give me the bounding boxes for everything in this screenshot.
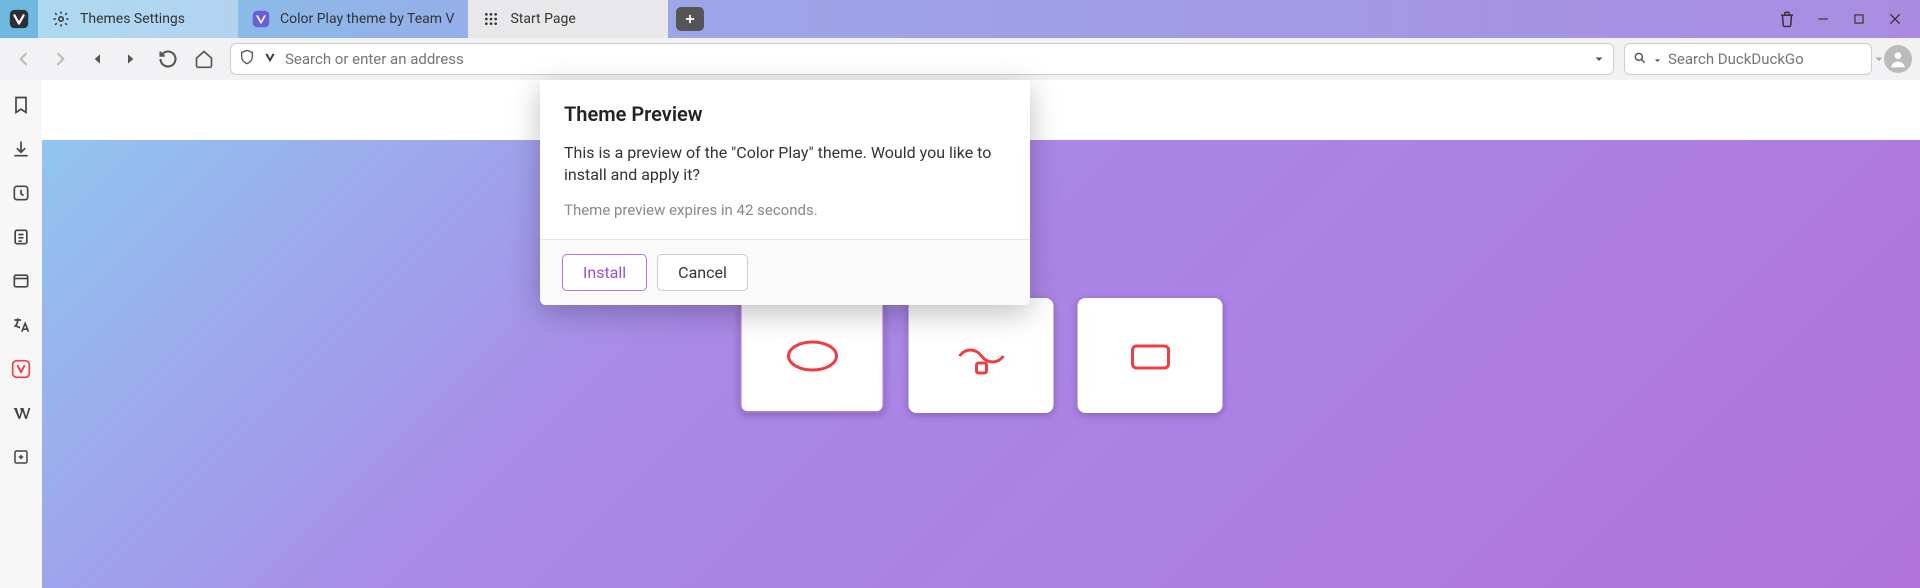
close-button[interactable]: [1886, 10, 1904, 28]
download-icon[interactable]: [10, 138, 32, 160]
search-input[interactable]: [1668, 50, 1867, 68]
rewind-button[interactable]: [80, 43, 112, 75]
nav-toolbar: [0, 38, 1920, 80]
translate-icon[interactable]: [10, 314, 32, 336]
dialog-countdown: Theme preview expires in 42 seconds.: [564, 201, 1006, 219]
tab-color-play[interactable]: Color Play theme by Team V: [238, 0, 468, 38]
side-panel: [0, 80, 42, 588]
vivaldi-icon: [252, 10, 270, 28]
address-bar[interactable]: [230, 43, 1614, 75]
search-bar[interactable]: [1624, 43, 1872, 75]
speed-dial-card[interactable]: [909, 298, 1054, 413]
speed-dial-card[interactable]: [740, 298, 885, 413]
speed-dial-card[interactable]: [1078, 298, 1223, 413]
tab-label: Color Play theme by Team V: [280, 11, 454, 27]
window-controls: [1762, 0, 1920, 38]
dialog-footer: Install Cancel: [540, 239, 1030, 305]
notes-icon[interactable]: [10, 226, 32, 248]
speed-dial-row: [740, 298, 1223, 413]
vivaldi-v-icon[interactable]: [263, 50, 277, 69]
shield-icon[interactable]: [239, 49, 255, 69]
search-icon: [1633, 50, 1647, 69]
maximize-button[interactable]: [1850, 10, 1868, 28]
forward-button[interactable]: [44, 43, 76, 75]
wikipedia-icon[interactable]: [10, 402, 32, 424]
chevron-down-icon[interactable]: [1593, 50, 1605, 69]
reload-button[interactable]: [152, 43, 184, 75]
new-tab-button[interactable]: [676, 7, 704, 31]
back-button[interactable]: [8, 43, 40, 75]
apps-grid-icon: [482, 10, 500, 28]
chevron-down-icon[interactable]: [1653, 50, 1662, 69]
app-logo[interactable]: [0, 0, 38, 38]
home-button[interactable]: [188, 43, 220, 75]
fast-forward-button[interactable]: [116, 43, 148, 75]
history-icon[interactable]: [10, 182, 32, 204]
vivaldi-panel-icon[interactable]: [10, 358, 32, 380]
gear-icon: [52, 10, 70, 28]
window-icon[interactable]: [10, 270, 32, 292]
address-input[interactable]: [285, 50, 1585, 68]
minimize-button[interactable]: [1814, 10, 1832, 28]
cancel-button[interactable]: Cancel: [657, 254, 748, 291]
tab-start-page[interactable]: Start Page: [468, 0, 668, 38]
theme-preview-dialog: Theme Preview This is a preview of the "…: [540, 80, 1030, 305]
dialog-message: This is a preview of the "Color Play" th…: [564, 142, 1006, 187]
profile-avatar[interactable]: [1884, 45, 1912, 73]
tab-label: Themes Settings: [80, 11, 185, 27]
trash-icon[interactable]: [1778, 10, 1796, 28]
dialog-title: Theme Preview: [564, 102, 1006, 126]
tab-strip: Themes Settings Color Play theme by Team…: [0, 0, 1920, 38]
tab-label: Start Page: [510, 11, 575, 27]
install-button[interactable]: Install: [562, 254, 647, 291]
add-panel-icon[interactable]: [10, 446, 32, 468]
tab-themes-settings[interactable]: Themes Settings: [38, 0, 238, 38]
bookmark-icon[interactable]: [10, 94, 32, 116]
